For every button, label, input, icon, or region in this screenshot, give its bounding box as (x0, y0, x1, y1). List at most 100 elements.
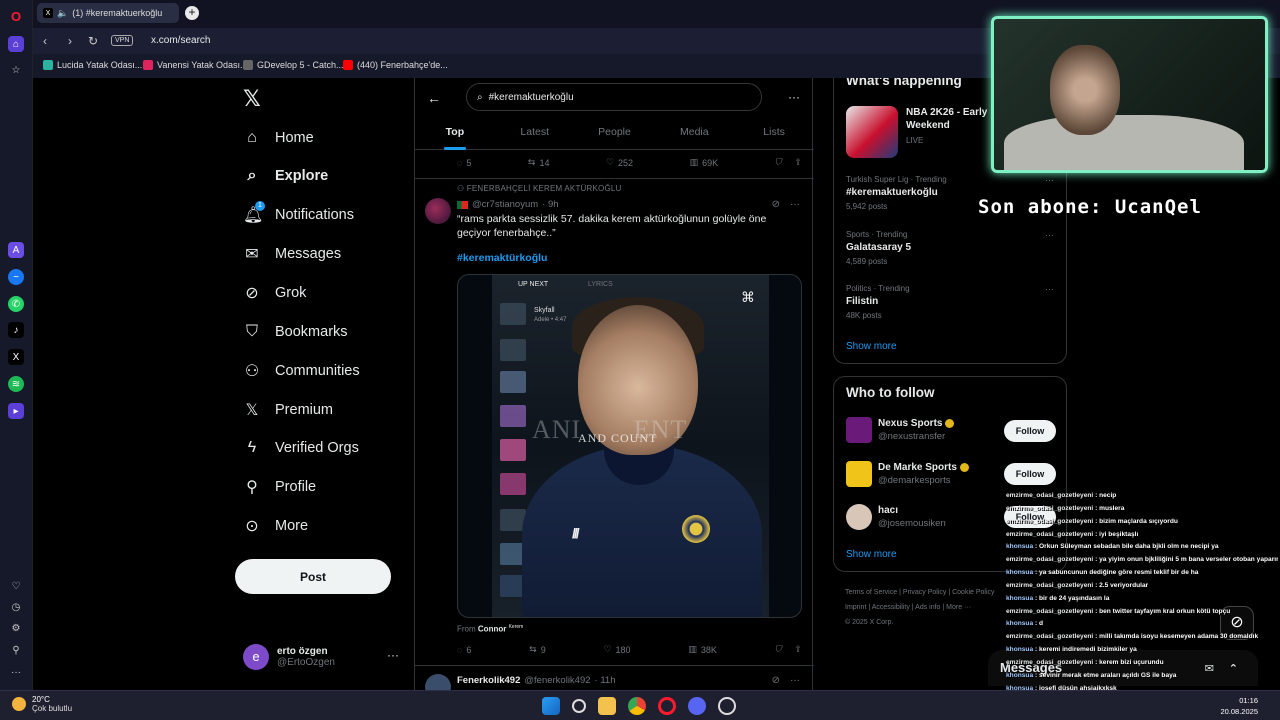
player-icon[interactable]: ▸ (8, 403, 24, 419)
weather-widget[interactable]: 20°C Çok bulutlu (12, 695, 72, 713)
pin-icon[interactable]: ⚲ (8, 642, 24, 658)
bookmark-share[interactable]: ⛉ ⇪ (775, 157, 802, 168)
like-button[interactable]: ♡ 180 (603, 644, 630, 655)
trend-item[interactable]: Politics · Trending Filistin 48K posts (846, 284, 910, 320)
more-icon[interactable]: ··· (790, 675, 800, 686)
views-button[interactable]: ▥ 38K (688, 644, 717, 655)
home-icon[interactable]: ⌂ (8, 36, 24, 52)
account-switcher[interactable]: e erto özgen @ErtoOzgen (243, 644, 335, 670)
file-explorer-icon[interactable] (598, 697, 616, 715)
grok-icon[interactable]: ⊘ (772, 199, 780, 210)
app-icon[interactable] (718, 697, 736, 715)
windows-start-icon[interactable] (542, 697, 560, 715)
bookmark-item[interactable]: Lucida Yatak Odası... (43, 60, 142, 70)
bookmark-item[interactable]: (440) Fenerbahçe'de... (343, 60, 448, 70)
more-icon[interactable]: ··· (8, 664, 24, 680)
system-clock[interactable]: 01:16 20.08.2025 (1220, 695, 1258, 717)
chrome-icon[interactable] (628, 697, 646, 715)
nav-explore[interactable]: ⌕ Explore (243, 161, 329, 191)
heart-icon[interactable]: ♡ (8, 578, 24, 594)
tweet-time[interactable]: · 9h (542, 199, 558, 210)
nav-home[interactable]: ⌂ Home (243, 123, 314, 153)
bookmark-item[interactable]: Vanensi Yatak Odası... (143, 60, 248, 70)
account-more-icon[interactable]: ··· (387, 648, 399, 662)
tab-top[interactable]: Top (415, 118, 495, 149)
more-icon[interactable]: ··· (1045, 230, 1054, 240)
more-icon[interactable]: ··· (790, 199, 800, 210)
grok-icon[interactable]: ⊘ (772, 675, 780, 686)
nav-bookmarks[interactable]: ⛉ Bookmarks (243, 317, 348, 347)
bookmark-share[interactable]: ⛉ ⇪ (775, 644, 802, 655)
trend-item[interactable]: Turkish Super Lig · Trending #keremaktue… (846, 175, 947, 211)
settings-icon[interactable]: ⚙ (8, 620, 24, 636)
back-arrow-icon[interactable]: ← (427, 90, 441, 106)
discord-icon[interactable] (688, 697, 706, 715)
reply-button[interactable]: ◌ 5 (457, 157, 471, 168)
follow-suggestion[interactable]: De Marke Sports @demarkesports (846, 461, 969, 487)
song-artist: Adele • 4:47 (534, 317, 567, 323)
tweet-time[interactable]: · 11h (595, 675, 616, 686)
spotify-icon[interactable]: ≋ (8, 376, 24, 392)
nav-notifications[interactable]: 🔔︎ 1 Notifications (243, 200, 354, 230)
tweet-author[interactable]: Fenerkolik492 (457, 675, 520, 686)
tab-lists[interactable]: Lists (734, 118, 814, 149)
nav-grok[interactable]: ⊘ Grok (243, 278, 306, 308)
aria-icon[interactable]: A (8, 242, 24, 258)
repost-button[interactable]: ⇆ 9 (529, 644, 546, 655)
tweet-handle[interactable]: @cr7stianoyum (472, 199, 538, 210)
tweet-avatar[interactable] (425, 198, 451, 224)
reload-icon[interactable]: ↻ (88, 34, 98, 48)
browser-tab[interactable]: X 🔈 (1) #keremaktuerkoğlu (37, 3, 179, 23)
chat-username: emzirme_odasi_gozetleyeni (1006, 492, 1094, 499)
repost-button[interactable]: ⇆ 14 (528, 157, 550, 168)
nav-communities[interactable]: ⚇ Communities (243, 356, 360, 386)
tweet-hashtag[interactable]: #keremaktürkoğlu (457, 252, 547, 264)
tiktok-icon[interactable]: ♪ (8, 322, 24, 338)
follow-suggestion[interactable]: hacı @josemousiken (846, 504, 946, 530)
search-icon[interactable] (572, 699, 586, 713)
show-more-link[interactable]: Show more (846, 341, 897, 352)
views-button[interactable]: ▥ 69K (690, 157, 719, 168)
nav-profile[interactable]: ⚲ Profile (243, 472, 316, 502)
tab-people[interactable]: People (575, 118, 655, 149)
community-label[interactable]: ⚇ FENERBAHÇELİ KEREM AKTÜRKOĞLU (457, 184, 622, 193)
vpn-badge[interactable]: VPN (111, 35, 134, 46)
whatsapp-icon[interactable]: ✆ (8, 296, 24, 312)
back-icon[interactable]: ‹ (43, 34, 47, 48)
forward-icon[interactable]: › (68, 34, 72, 48)
follow-suggestion[interactable]: Nexus Sports @nexustransfer (846, 417, 955, 443)
video-source[interactable]: From Connor Kerem (457, 624, 523, 634)
x-logo-icon[interactable]: 𝕏 (243, 86, 261, 112)
messenger-icon[interactable]: ~ (8, 269, 24, 285)
star-icon[interactable]: ☆ (8, 62, 24, 78)
nav-more[interactable]: ⊙ More (243, 511, 308, 541)
post-button[interactable]: Post (235, 559, 391, 594)
more-icon[interactable]: ··· (1045, 284, 1054, 294)
nav-premium[interactable]: 𝕏 Premium (243, 395, 333, 425)
opera-icon[interactable] (658, 697, 676, 715)
tweet-avatar[interactable] (425, 674, 451, 690)
more-icon[interactable]: ··· (1045, 175, 1054, 185)
new-tab-button[interactable]: + (185, 6, 199, 20)
show-more-link[interactable]: Show more (846, 549, 897, 560)
trend-item[interactable]: Sports · Trending Galatasaray 5 4,589 po… (846, 230, 911, 266)
like-button[interactable]: ♡ 252 (606, 157, 633, 168)
weather-icon (12, 697, 26, 711)
url-input[interactable]: x.com/search (151, 35, 210, 46)
tweet-video[interactable]: UP NEXT LYRICS Skyfall Adele • 4:47 /// (457, 274, 802, 618)
search-options-icon[interactable]: ··· (788, 90, 800, 104)
bookmark-item[interactable]: GDevelop 5 - Catch... (243, 60, 344, 70)
opera-logo-icon[interactable]: O (8, 8, 24, 24)
follow-button[interactable]: Follow (1004, 463, 1056, 485)
tab-latest[interactable]: Latest (495, 118, 575, 149)
nav-verified-orgs[interactable]: ϟ Verified Orgs (243, 433, 359, 463)
x-icon[interactable]: X (8, 349, 24, 365)
history-icon[interactable]: ◷ (8, 599, 24, 615)
nav-messages[interactable]: ✉ Messages (243, 239, 341, 269)
capcut-icon: ⌘ (741, 289, 755, 305)
tweet-handle[interactable]: @fenerkolik492 (524, 675, 590, 686)
reply-button[interactable]: ◌ 6 (457, 644, 471, 655)
follow-button[interactable]: Follow (1004, 420, 1056, 442)
search-input[interactable]: ⌕ #keremaktuerkoğlu (466, 83, 762, 111)
tab-media[interactable]: Media (654, 118, 734, 149)
